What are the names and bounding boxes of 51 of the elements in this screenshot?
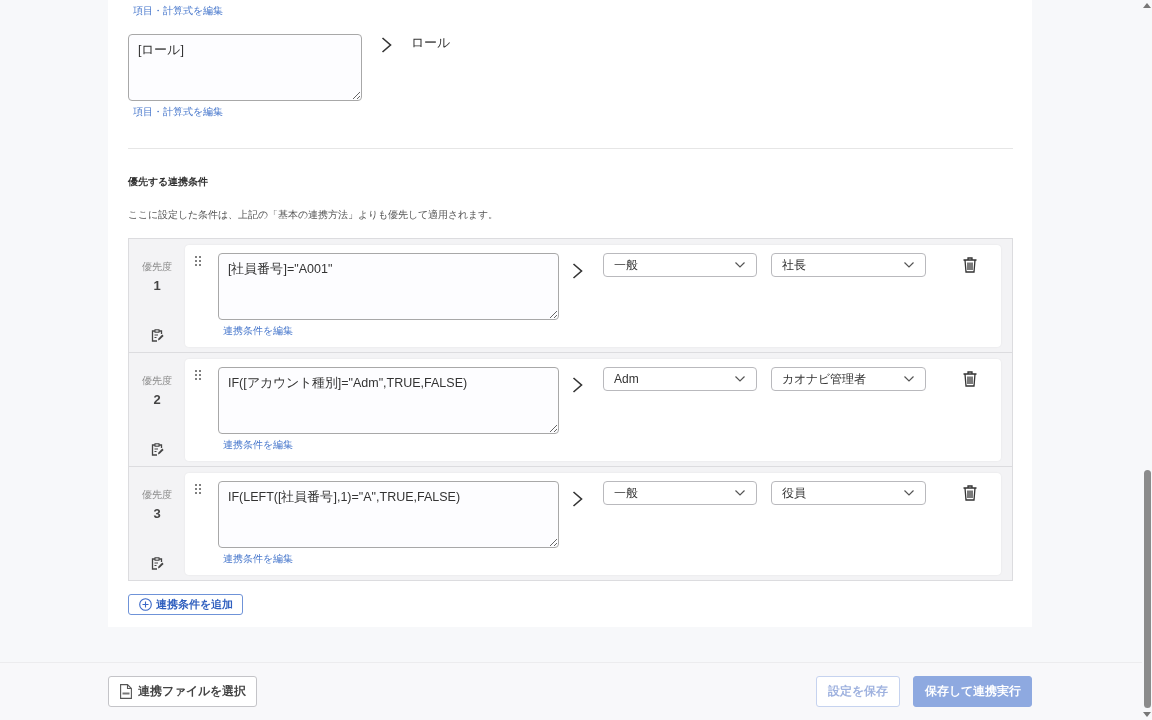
- priority-number: 1: [153, 278, 161, 293]
- dropdown[interactable]: 役員: [771, 481, 926, 505]
- priority-label: 優先度: [142, 375, 172, 387]
- scrollbar[interactable]: [1142, 0, 1152, 720]
- chevron-down-icon: [904, 490, 914, 496]
- edit-condition-link[interactable]: 連携条件を編集: [218, 325, 293, 337]
- edit-condition-link[interactable]: 連携条件を編集: [218, 439, 293, 451]
- chevron-down-icon: [735, 262, 745, 268]
- priority-label: 優先度: [142, 261, 172, 273]
- add-condition-button[interactable]: 連携条件を追加: [128, 594, 243, 615]
- formula-field[interactable]: [ロール]: [128, 34, 362, 101]
- trash-icon[interactable]: [963, 257, 977, 273]
- dropdown[interactable]: 社長: [771, 253, 926, 277]
- chevron-right-icon: [572, 491, 583, 507]
- select-file-button[interactable]: 連携ファイルを選択: [108, 676, 257, 707]
- condition-field[interactable]: IF(LEFT([社員番号],1)="A",TRUE,FALSE): [218, 481, 559, 548]
- chevron-right-icon: [381, 37, 392, 53]
- clipboard-edit-icon[interactable]: [150, 329, 164, 342]
- clipboard-edit-icon[interactable]: [150, 557, 164, 570]
- plus-circle-icon: [139, 598, 152, 611]
- edit-formula-link[interactable]: 項目・計算式を編集: [128, 106, 223, 118]
- chevron-right-icon: [572, 377, 583, 393]
- drag-handle-icon[interactable]: [195, 370, 201, 380]
- scroll-down-arrow-icon[interactable]: [1143, 712, 1151, 717]
- file-icon: [119, 684, 132, 699]
- condition-field[interactable]: [社員番号]="A001": [218, 253, 559, 320]
- scrollbar-thumb[interactable]: [1143, 470, 1151, 708]
- dropdown[interactable]: Adm: [603, 367, 757, 391]
- drag-handle-icon[interactable]: [195, 256, 201, 266]
- clipboard-edit-icon[interactable]: [150, 443, 164, 456]
- trash-icon[interactable]: [963, 371, 977, 387]
- section-description: ここに設定した条件は、上記の「基本の連携方法」よりも優先して適用されます。: [128, 209, 498, 221]
- priority-number: 3: [153, 506, 161, 521]
- edit-condition-link[interactable]: 連携条件を編集: [218, 553, 293, 565]
- dropdown[interactable]: カオナビ管理者: [771, 367, 926, 391]
- priority-label: 優先度: [142, 489, 172, 501]
- chevron-right-icon: [572, 263, 583, 279]
- dropdown[interactable]: 一般: [603, 481, 757, 505]
- drag-handle-icon[interactable]: [195, 484, 201, 494]
- chevron-down-icon: [904, 376, 914, 382]
- scroll-up-arrow-icon[interactable]: [1143, 3, 1151, 8]
- chevron-down-icon: [904, 262, 914, 268]
- chevron-down-icon: [735, 490, 745, 496]
- trash-icon[interactable]: [963, 485, 977, 501]
- section-heading: 優先する連携条件: [128, 176, 208, 188]
- edit-formula-link[interactable]: 項目・計算式を編集: [128, 5, 223, 17]
- condition-field[interactable]: IF([アカウント種別]="Adm",TRUE,FALSE): [218, 367, 559, 434]
- target-label: ロール: [411, 35, 450, 51]
- chevron-down-icon: [735, 376, 745, 382]
- dropdown[interactable]: 一般: [603, 253, 757, 277]
- priority-number: 2: [153, 392, 161, 407]
